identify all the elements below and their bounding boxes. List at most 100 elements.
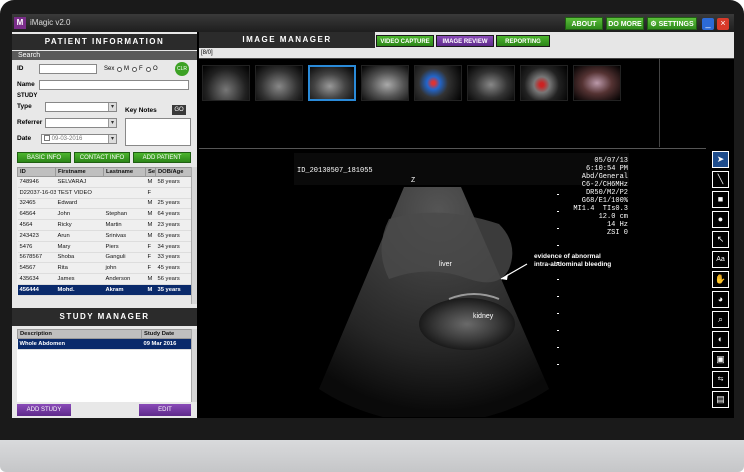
sex-o-radio[interactable] bbox=[146, 67, 151, 72]
patient-row[interactable]: 54567 Rita john F 45 years bbox=[17, 262, 192, 275]
study-manager-header: STUDY MANAGER bbox=[12, 308, 197, 326]
pointer-tool[interactable]: ➤ bbox=[712, 151, 729, 168]
date-input[interactable]: 09-03-2016 ▾ bbox=[41, 134, 117, 144]
patient-row[interactable]: 5476 Mary Piers F 34 years bbox=[17, 241, 192, 253]
patient-row[interactable]: 64564 John Stephan M 64 years bbox=[17, 208, 192, 221]
thumbnail-6[interactable] bbox=[467, 65, 515, 101]
type-select[interactable]: ▾ bbox=[45, 102, 117, 112]
study-col-header[interactable]: Study Date bbox=[141, 329, 192, 339]
patient-col-header[interactable]: Sex bbox=[145, 167, 156, 177]
name-input[interactable] bbox=[39, 80, 189, 90]
flip-tool[interactable]: ⇆ bbox=[712, 371, 729, 388]
patient-cell: Mary bbox=[55, 241, 104, 253]
ellipse-tool[interactable]: ● bbox=[712, 211, 729, 228]
chevron-down-icon: ▾ bbox=[108, 135, 116, 143]
patient-cell: 435634 bbox=[17, 273, 56, 285]
patient-cell: 56 years bbox=[155, 273, 192, 285]
close-button[interactable]: × bbox=[717, 18, 729, 30]
chevron-down-icon: ▾ bbox=[108, 103, 116, 111]
do-more-button[interactable]: DO MORE bbox=[606, 17, 644, 30]
save-tool[interactable]: ▤ bbox=[712, 391, 729, 408]
referrer-select[interactable]: ▾ bbox=[45, 118, 117, 128]
patient-info-header: PATIENT INFORMATION bbox=[12, 34, 197, 50]
patient-col-header[interactable]: DOB/Age bbox=[155, 167, 192, 177]
patient-row[interactable]: D22037-16-03 TEST VIDEO F bbox=[17, 187, 192, 199]
thumbnail-1[interactable] bbox=[202, 65, 250, 101]
contact-info-button[interactable]: CONTACT INFO bbox=[74, 152, 130, 163]
patient-row[interactable]: 4564 Ricky Martin M 23 years bbox=[17, 219, 192, 231]
scan-date: 05/07/13 bbox=[594, 157, 628, 165]
zoom-tool[interactable]: ⌕ bbox=[712, 311, 729, 328]
patient-row[interactable]: 435634 James Anderson M 56 years bbox=[17, 273, 192, 285]
patient-cell: Shoba bbox=[55, 252, 104, 264]
tab-reporting[interactable]: REPORTING bbox=[496, 35, 550, 47]
patient-row[interactable]: 748946 SELVARAJ M 58 years bbox=[17, 176, 192, 188]
patient-cell: TEST VIDEO bbox=[55, 187, 104, 199]
ultrasound-image bbox=[294, 153, 629, 418]
patient-cell: M bbox=[145, 208, 156, 221]
patient-col-header[interactable]: Firstname bbox=[55, 167, 104, 177]
thumbnail-7[interactable] bbox=[520, 65, 568, 101]
thumbnail-3[interactable] bbox=[308, 65, 356, 101]
patient-cell: Arun bbox=[55, 230, 104, 242]
patient-cell bbox=[103, 187, 146, 199]
patient-cell: F bbox=[145, 187, 156, 199]
add-study-button[interactable]: ADD STUDY bbox=[17, 404, 71, 416]
patient-row[interactable]: 243423 Arun Srinivas M 65 years bbox=[17, 230, 192, 242]
thumbnail-8[interactable] bbox=[573, 65, 621, 101]
sex-m-radio[interactable] bbox=[117, 67, 122, 72]
key-notes-textarea[interactable] bbox=[125, 118, 191, 146]
thumbnail-2[interactable] bbox=[255, 65, 303, 101]
add-patient-button[interactable]: ADD PATIENT bbox=[133, 152, 191, 163]
param-3: G68/E1/100% bbox=[581, 197, 628, 205]
patient-cell: 25 years bbox=[155, 198, 192, 210]
invert-tool[interactable]: ◐ bbox=[712, 331, 729, 348]
fit-tool[interactable]: ▣ bbox=[712, 351, 729, 368]
patient-row[interactable]: 456444 Mohd. Akram M 35 years bbox=[17, 284, 192, 296]
patient-cell: 4564 bbox=[17, 219, 56, 231]
patient-row[interactable]: 5678567 Shoba Ganguli F 33 years bbox=[17, 252, 192, 264]
arrow-tool[interactable]: ↖ bbox=[712, 231, 729, 248]
study-row[interactable]: Whole Abdomen 09 Mar 2016 bbox=[17, 338, 192, 350]
contrast-tool[interactable]: ◕ bbox=[712, 291, 729, 308]
text-tool[interactable]: Aa bbox=[712, 251, 729, 268]
study-col-header[interactable]: Description bbox=[17, 329, 142, 339]
image-viewer[interactable]: ID_20130507_181055 Z 05/07/13 6:10:54 PM… bbox=[199, 148, 706, 418]
invert-icon: ◐ bbox=[717, 334, 724, 344]
patient-cell: 34 years bbox=[155, 241, 192, 253]
study-list-empty-area bbox=[17, 350, 191, 402]
annotation-line-1: evidence of abnormal bbox=[534, 253, 601, 260]
line-tool[interactable]: ╲ bbox=[712, 171, 729, 188]
close-icon: × bbox=[720, 18, 726, 28]
tab-image-review[interactable]: IMAGE REVIEW bbox=[436, 35, 494, 47]
patient-row[interactable]: 32465 Edward M 25 years bbox=[17, 198, 192, 210]
thumbnail-4[interactable] bbox=[361, 65, 409, 101]
pan-tool[interactable]: ✋ bbox=[712, 271, 729, 288]
thumbnail-5[interactable] bbox=[414, 65, 462, 101]
clear-button[interactable]: CLR bbox=[175, 62, 189, 76]
study-table-scrollbar[interactable] bbox=[191, 329, 197, 402]
param-1: C6-2/CH6MHz bbox=[581, 181, 628, 189]
settings-button[interactable]: ⚙ SETTINGS bbox=[647, 17, 697, 30]
tab-video-capture[interactable]: VIDEO CAPTURE bbox=[376, 35, 434, 47]
go-button[interactable]: GO bbox=[172, 105, 186, 115]
id-input[interactable] bbox=[39, 64, 97, 74]
rectangle-tool[interactable]: ■ bbox=[712, 191, 729, 208]
patient-cell: 32465 bbox=[17, 198, 56, 210]
patient-cell: Srinivas bbox=[103, 230, 146, 242]
patient-cell: F bbox=[145, 241, 156, 253]
patient-cell: Stephan bbox=[103, 208, 146, 221]
minimize-button[interactable]: _ bbox=[702, 18, 714, 30]
kidney-label: kidney bbox=[473, 313, 494, 320]
date-checkbox[interactable] bbox=[44, 135, 50, 142]
sex-f-radio[interactable] bbox=[132, 67, 137, 72]
edit-study-button[interactable]: EDIT bbox=[139, 404, 191, 416]
patient-table-scrollbar[interactable] bbox=[191, 167, 197, 304]
patient-cell: Ganguli bbox=[103, 252, 146, 264]
basic-info-button[interactable]: BASIC INFO bbox=[17, 152, 71, 163]
patient-col-header[interactable]: ID bbox=[17, 167, 56, 177]
patient-cell: Piers bbox=[103, 241, 146, 253]
probe-marker: Z bbox=[411, 177, 416, 185]
patient-col-header[interactable]: Lastname bbox=[103, 167, 146, 177]
about-button[interactable]: ABOUT bbox=[565, 17, 603, 30]
